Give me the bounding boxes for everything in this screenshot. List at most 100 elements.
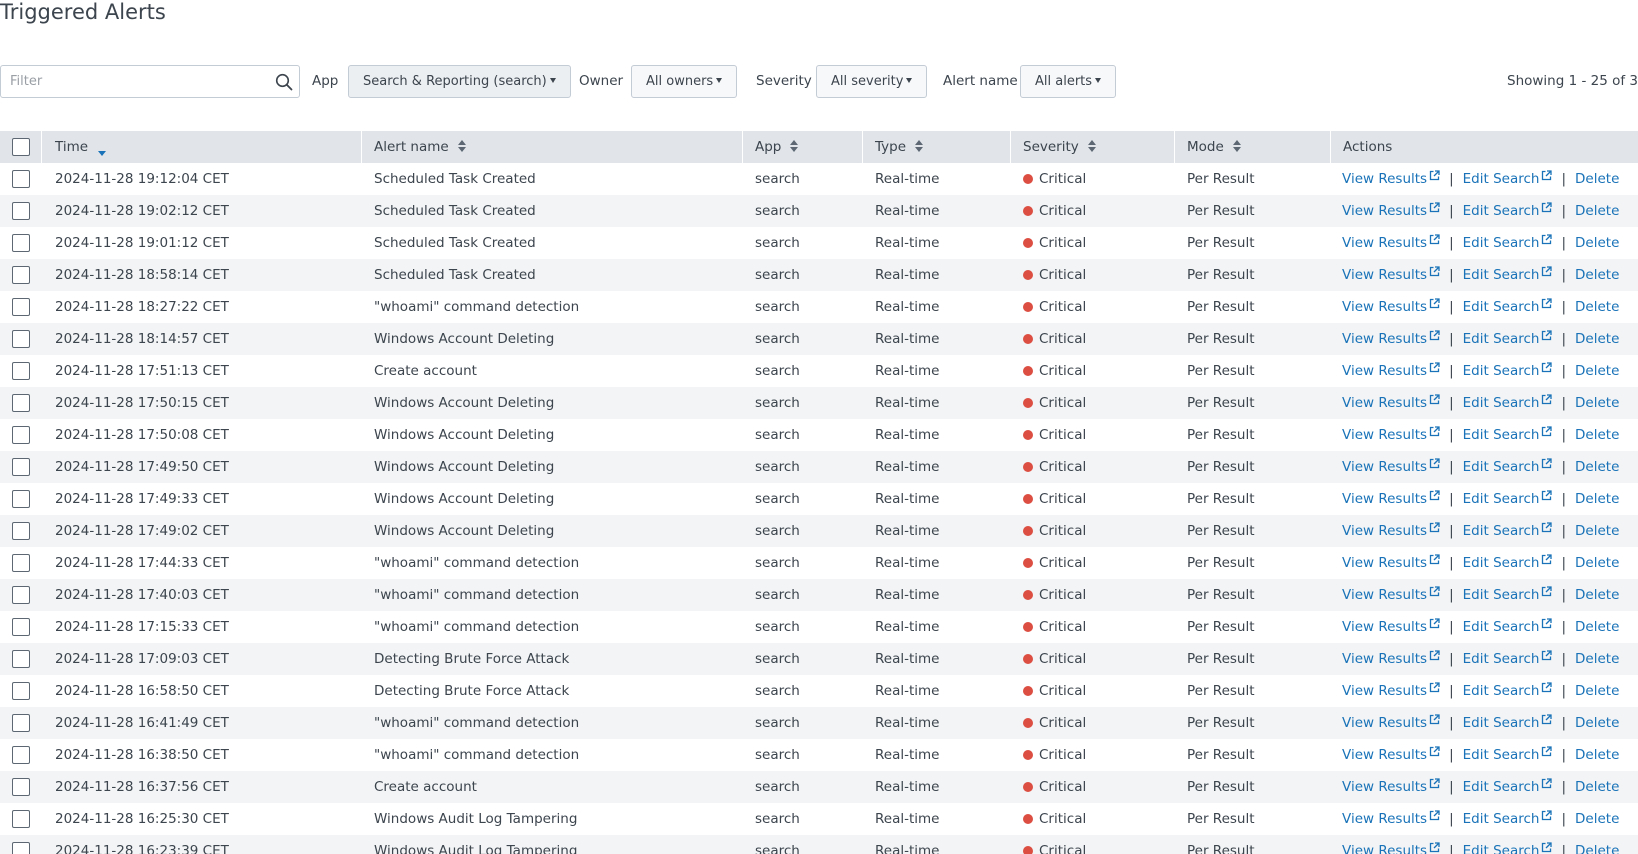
app-dropdown[interactable]: Search & Reporting (search): [348, 65, 571, 98]
edit-search-link[interactable]: Edit Search: [1463, 554, 1553, 571]
search-icon[interactable]: [275, 73, 293, 91]
edit-search-link[interactable]: Edit Search: [1463, 714, 1553, 731]
edit-search-link[interactable]: Edit Search: [1463, 202, 1553, 219]
delete-link[interactable]: Delete: [1575, 843, 1619, 854]
view-results-link[interactable]: View Results: [1342, 490, 1440, 507]
column-header-severity[interactable]: Severity: [1011, 131, 1175, 163]
column-header-app[interactable]: App: [743, 131, 863, 163]
view-results-link[interactable]: View Results: [1342, 650, 1440, 667]
edit-search-link[interactable]: Edit Search: [1463, 810, 1553, 827]
owner-dropdown[interactable]: All owners: [631, 65, 738, 98]
view-results-link[interactable]: View Results: [1342, 586, 1440, 603]
row-checkbox[interactable]: [12, 554, 30, 572]
edit-search-link[interactable]: Edit Search: [1463, 842, 1553, 854]
select-all-checkbox[interactable]: [12, 138, 30, 156]
edit-search-link[interactable]: Edit Search: [1463, 778, 1553, 795]
view-results-link[interactable]: View Results: [1342, 714, 1440, 731]
row-checkbox[interactable]: [12, 778, 30, 796]
column-header-mode[interactable]: Mode: [1175, 131, 1331, 163]
row-checkbox[interactable]: [12, 810, 30, 828]
view-results-link[interactable]: View Results: [1342, 298, 1440, 315]
delete-link[interactable]: Delete: [1575, 427, 1619, 443]
delete-link[interactable]: Delete: [1575, 523, 1619, 539]
edit-search-link[interactable]: Edit Search: [1463, 394, 1553, 411]
row-checkbox[interactable]: [12, 362, 30, 380]
view-results-link[interactable]: View Results: [1342, 330, 1440, 347]
filter-input[interactable]: [10, 66, 266, 97]
severity-dropdown[interactable]: All severity: [816, 65, 928, 98]
delete-link[interactable]: Delete: [1575, 683, 1619, 699]
delete-link[interactable]: Delete: [1575, 459, 1619, 475]
view-results-link[interactable]: View Results: [1342, 618, 1440, 635]
edit-search-link[interactable]: Edit Search: [1463, 426, 1553, 443]
delete-link[interactable]: Delete: [1575, 587, 1619, 603]
edit-search-link[interactable]: Edit Search: [1463, 682, 1553, 699]
view-results-link[interactable]: View Results: [1342, 554, 1440, 571]
row-checkbox[interactable]: [12, 394, 30, 412]
view-results-link[interactable]: View Results: [1342, 234, 1440, 251]
column-header-time[interactable]: Time: [43, 131, 362, 163]
row-checkbox[interactable]: [12, 746, 30, 764]
delete-link[interactable]: Delete: [1575, 203, 1619, 219]
edit-search-link[interactable]: Edit Search: [1463, 458, 1553, 475]
row-checkbox[interactable]: [12, 650, 30, 668]
edit-search-link[interactable]: Edit Search: [1463, 234, 1553, 251]
view-results-link[interactable]: View Results: [1342, 394, 1440, 411]
row-checkbox[interactable]: [12, 170, 30, 188]
view-results-link[interactable]: View Results: [1342, 522, 1440, 539]
column-header-type[interactable]: Type: [863, 131, 1011, 163]
row-checkbox[interactable]: [12, 682, 30, 700]
delete-link[interactable]: Delete: [1575, 651, 1619, 667]
row-checkbox[interactable]: [12, 298, 30, 316]
delete-link[interactable]: Delete: [1575, 715, 1619, 731]
row-checkbox[interactable]: [12, 234, 30, 252]
edit-search-link[interactable]: Edit Search: [1463, 170, 1553, 187]
edit-search-link[interactable]: Edit Search: [1463, 266, 1553, 283]
row-checkbox[interactable]: [12, 618, 30, 636]
row-checkbox[interactable]: [12, 490, 30, 508]
edit-search-link[interactable]: Edit Search: [1463, 522, 1553, 539]
view-results-link[interactable]: View Results: [1342, 810, 1440, 827]
row-checkbox[interactable]: [12, 330, 30, 348]
delete-link[interactable]: Delete: [1575, 299, 1619, 315]
delete-link[interactable]: Delete: [1575, 171, 1619, 187]
delete-link[interactable]: Delete: [1575, 395, 1619, 411]
delete-link[interactable]: Delete: [1575, 363, 1619, 379]
delete-link[interactable]: Delete: [1575, 331, 1619, 347]
delete-link[interactable]: Delete: [1575, 779, 1619, 795]
view-results-link[interactable]: View Results: [1342, 746, 1440, 763]
edit-search-link[interactable]: Edit Search: [1463, 330, 1553, 347]
row-checkbox[interactable]: [12, 586, 30, 604]
view-results-link[interactable]: View Results: [1342, 426, 1440, 443]
view-results-link[interactable]: View Results: [1342, 842, 1440, 854]
edit-search-link[interactable]: Edit Search: [1463, 362, 1553, 379]
delete-link[interactable]: Delete: [1575, 235, 1619, 251]
edit-search-link[interactable]: Edit Search: [1463, 746, 1553, 763]
edit-search-link[interactable]: Edit Search: [1463, 490, 1553, 507]
view-results-link[interactable]: View Results: [1342, 202, 1440, 219]
delete-link[interactable]: Delete: [1575, 747, 1619, 763]
view-results-link[interactable]: View Results: [1342, 682, 1440, 699]
delete-link[interactable]: Delete: [1575, 811, 1619, 827]
column-header-alert-name[interactable]: Alert name: [362, 131, 743, 163]
row-checkbox[interactable]: [12, 714, 30, 732]
row-checkbox[interactable]: [12, 522, 30, 540]
delete-link[interactable]: Delete: [1575, 491, 1619, 507]
delete-link[interactable]: Delete: [1575, 619, 1619, 635]
view-results-link[interactable]: View Results: [1342, 778, 1440, 795]
view-results-link[interactable]: View Results: [1342, 266, 1440, 283]
edit-search-link[interactable]: Edit Search: [1463, 298, 1553, 315]
row-checkbox[interactable]: [12, 266, 30, 284]
delete-link[interactable]: Delete: [1575, 555, 1619, 571]
row-checkbox[interactable]: [12, 202, 30, 220]
alert-name-dropdown[interactable]: All alerts: [1020, 65, 1117, 98]
edit-search-link[interactable]: Edit Search: [1463, 618, 1553, 635]
delete-link[interactable]: Delete: [1575, 267, 1619, 283]
row-checkbox[interactable]: [12, 842, 30, 854]
view-results-link[interactable]: View Results: [1342, 362, 1440, 379]
view-results-link[interactable]: View Results: [1342, 458, 1440, 475]
row-checkbox[interactable]: [12, 426, 30, 444]
row-checkbox[interactable]: [12, 458, 30, 476]
edit-search-link[interactable]: Edit Search: [1463, 650, 1553, 667]
view-results-link[interactable]: View Results: [1342, 170, 1440, 187]
